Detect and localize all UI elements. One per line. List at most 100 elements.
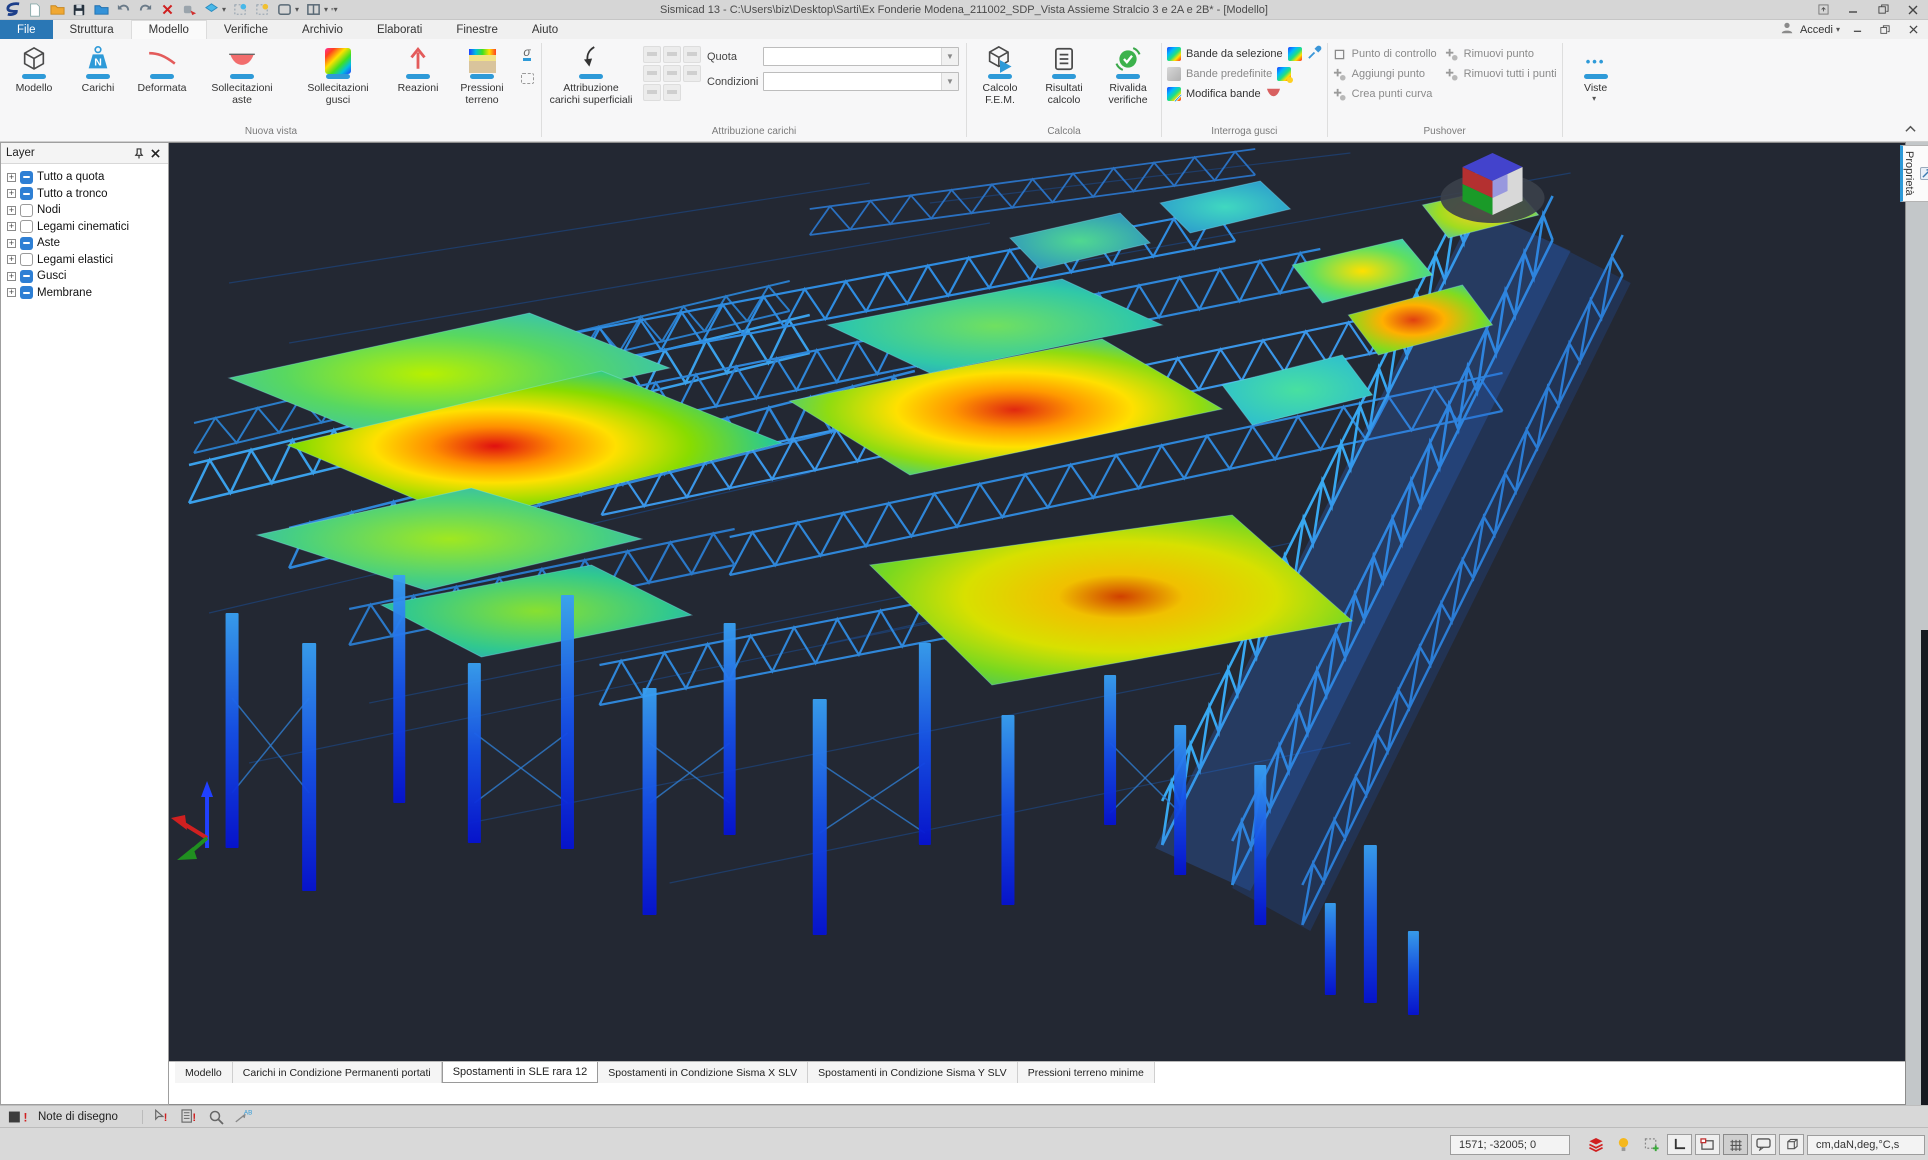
tooltip-icon[interactable] [1751, 1134, 1776, 1155]
record-macro-icon[interactable] [181, 2, 197, 18]
risultati-calcolo-button[interactable]: Risultati calcolo [1032, 39, 1096, 106]
deformata-button[interactable]: Deformata [130, 39, 194, 94]
new-window-caret[interactable]: ▾ [295, 5, 299, 14]
layer-checkbox[interactable] [20, 220, 33, 233]
sollecitazioni-aste-button[interactable]: Sollecitazioni aste [194, 39, 290, 106]
load-type-icon[interactable] [683, 65, 701, 82]
layer-tree-item[interactable]: +Membrane [7, 285, 168, 302]
sollecitazioni-gusci-button[interactable]: Sollecitazioni gusci [290, 39, 386, 106]
aggiungi-punto-button[interactable]: Aggiungi punto [1333, 65, 1437, 83]
open-folder-icon[interactable] [49, 2, 65, 18]
customize-arrow-icon[interactable] [1808, 0, 1838, 19]
layer-checkbox[interactable] [20, 204, 33, 217]
mdi-close-button[interactable] [1902, 22, 1924, 38]
expand-icon[interactable]: + [7, 222, 16, 231]
expand-icon[interactable]: + [7, 255, 16, 264]
rimuovi-punto-button[interactable]: Rimuovi punto [1445, 45, 1557, 63]
label-arrow-icon[interactable]: AB [234, 1109, 252, 1125]
layer-tree-item[interactable]: +Tutto a quota [7, 169, 168, 186]
load-type-icon[interactable] [663, 84, 681, 101]
eyedropper-icon[interactable] [1307, 45, 1322, 63]
sigma-view-button[interactable]: σ [517, 45, 537, 63]
tab-modello[interactable]: Modello [131, 20, 207, 39]
layer-tree-item[interactable]: +Tutto a tronco [7, 186, 168, 203]
qat-customize-icon[interactable]: ⹀▾ [331, 4, 338, 15]
bands-apply-icon[interactable] [1288, 47, 1302, 61]
select-add-window-icon[interactable] [232, 2, 248, 18]
tab-archivio[interactable]: Archivio [285, 20, 360, 39]
account-button[interactable]: Accedi [1800, 24, 1833, 36]
tab-struttura[interactable]: Struttura [53, 20, 131, 39]
document-tab[interactable]: Modello [175, 1062, 233, 1083]
layer-checkbox[interactable] [20, 270, 33, 283]
bulb-icon[interactable] [1611, 1134, 1636, 1155]
quota-combobox[interactable]: ▼ [763, 47, 959, 66]
bands-default-icon[interactable] [1277, 67, 1291, 81]
bande-predefinite-button[interactable]: Bande predefinite [1167, 65, 1322, 83]
layer-checkbox[interactable] [20, 253, 33, 266]
layer-tree-item[interactable]: +Legami cinematici [7, 219, 168, 236]
pin-icon[interactable] [131, 145, 147, 161]
expand-icon[interactable]: + [7, 239, 16, 248]
save-icon[interactable] [71, 2, 87, 18]
ribbon-collapse-button[interactable] [1905, 120, 1916, 138]
section-box-button[interactable] [517, 69, 537, 87]
minimize-button[interactable] [1838, 0, 1868, 19]
ortho-icon[interactable] [1695, 1134, 1720, 1155]
reazioni-button[interactable]: Reazioni [386, 39, 450, 94]
pressioni-terreno-button[interactable]: Pressioni terreno [450, 39, 514, 106]
condizioni-combobox[interactable]: ▼ [763, 72, 959, 91]
expand-icon[interactable]: + [7, 288, 16, 297]
model-viewport[interactable] [169, 143, 1905, 1061]
note-list-icon[interactable]: ! [181, 1109, 198, 1125]
tile-windows-caret[interactable]: ▾ [324, 5, 328, 14]
attribuzione-carichi-button[interactable]: Attribuzione carichi superficiali [543, 39, 639, 106]
modello-button[interactable]: Modello [2, 39, 66, 94]
crea-punti-curva-button[interactable]: Crea punti curva [1333, 85, 1437, 103]
box3d-icon[interactable] [1779, 1134, 1804, 1155]
notes-warning-icon[interactable]: ! [8, 1109, 28, 1125]
delete-selection-icon[interactable] [159, 2, 175, 18]
new-document-icon[interactable] [27, 2, 43, 18]
select-add-icon[interactable] [1639, 1134, 1664, 1155]
layer-tree-item[interactable]: +Legami elastici [7, 252, 168, 269]
redo-icon[interactable] [137, 2, 153, 18]
restore-button[interactable] [1868, 0, 1898, 19]
load-type-icon[interactable] [663, 46, 681, 63]
load-type-icon[interactable] [643, 84, 661, 101]
document-tab[interactable]: Pressioni terreno minime [1018, 1062, 1155, 1083]
rivalida-verifiche-button[interactable]: Rivalida verifiche [1096, 39, 1160, 106]
expand-icon[interactable]: + [7, 173, 16, 182]
document-tab[interactable]: Spostamenti in Condizione Sisma Y SLV [808, 1062, 1018, 1083]
calcolo-fem-button[interactable]: Calcolo F.E.M. [968, 39, 1032, 106]
document-tab[interactable]: Spostamenti in Condizione Sisma X SLV [598, 1062, 808, 1083]
tab-finestre[interactable]: Finestre [439, 20, 515, 39]
mdi-minimize-button[interactable] [1846, 22, 1868, 38]
expand-icon[interactable]: + [7, 189, 16, 198]
layer-checkbox[interactable] [20, 286, 33, 299]
expand-icon[interactable]: + [7, 272, 16, 281]
tab-elaborati[interactable]: Elaborati [360, 20, 439, 39]
layer-checkbox[interactable] [20, 187, 33, 200]
carichi-button[interactable]: N Carichi [66, 39, 130, 94]
layer-checkbox[interactable] [20, 237, 33, 250]
close-panel-icon[interactable] [147, 145, 163, 161]
chevron-down-icon[interactable]: ▼ [941, 48, 958, 65]
document-tab[interactable]: Spostamenti in SLE rara 12 [442, 1062, 599, 1083]
tab-proprieta[interactable]: Proprietà [1900, 145, 1928, 202]
viste-caret[interactable]: ▾ [1592, 94, 1596, 103]
layers-icon[interactable] [1583, 1134, 1608, 1155]
punto-di-controllo-button[interactable]: Punto di controllo [1333, 45, 1437, 63]
viste-button[interactable]: ••• Viste ▾ [1564, 39, 1628, 103]
load-type-icon[interactable] [643, 65, 661, 82]
account-caret[interactable]: ▾ [1836, 25, 1840, 34]
view-preset-icon[interactable] [203, 2, 219, 18]
tab-aiuto[interactable]: Aiuto [515, 20, 575, 39]
expand-icon[interactable]: + [7, 206, 16, 215]
tile-windows-icon[interactable] [305, 2, 321, 18]
close-button[interactable] [1898, 0, 1928, 19]
tab-file[interactable]: File [0, 20, 53, 39]
layer-tree-item[interactable]: +Aste [7, 235, 168, 252]
axis-icon[interactable] [1667, 1134, 1692, 1155]
load-type-icon[interactable] [683, 46, 701, 63]
